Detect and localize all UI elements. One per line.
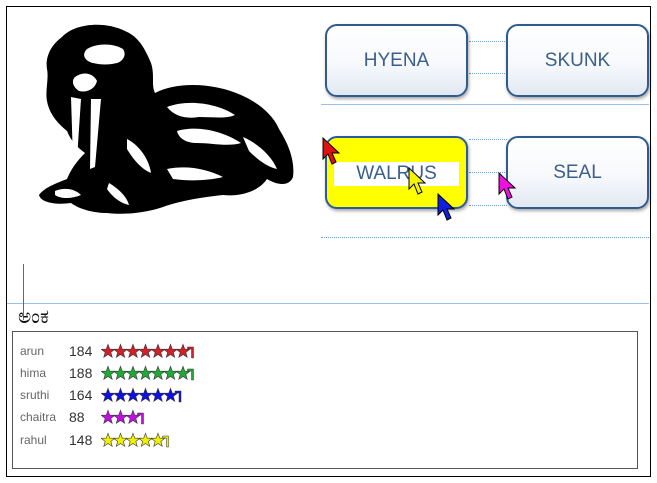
rating-tail-icon: [174, 390, 182, 403]
cursor-icon: [498, 172, 517, 200]
guide-line: [321, 237, 649, 238]
star-icon: [150, 365, 166, 381]
cursor-icon: [408, 167, 427, 195]
guide-line: [469, 205, 507, 206]
star-icon: [101, 343, 116, 359]
star-icon: [112, 409, 129, 425]
star-icon: [137, 343, 154, 359]
star-icon: [125, 343, 141, 359]
star-rating: [101, 432, 169, 448]
rating-tail-icon: [137, 412, 144, 425]
star-rating: [101, 387, 182, 403]
option-label: SKUNK: [544, 49, 611, 71]
option-skunk-button[interactable]: SKUNK: [506, 24, 649, 97]
star-rating: [101, 343, 194, 359]
player-score: 164: [69, 387, 93, 403]
player-name: arun: [20, 344, 45, 358]
star-icon: [137, 432, 154, 448]
guide-line: [7, 303, 649, 304]
star-icon: [112, 365, 129, 381]
star-icon: [125, 365, 141, 381]
star-icon: [112, 387, 129, 403]
star-icon: [137, 365, 154, 381]
star-icon: [162, 387, 179, 403]
star-icon: [137, 387, 154, 403]
player-name: chaitra: [20, 410, 57, 424]
player-score: 188: [69, 365, 93, 381]
score-title: ಅಂಕ: [18, 306, 50, 328]
player-score: 148: [69, 432, 93, 448]
star-icon: [150, 387, 166, 403]
cursor-icon: [437, 193, 456, 221]
option-label: HYENA: [363, 49, 430, 71]
scoreboard: arun 184 hima 188 sruthi 164 chaitra 88 …: [12, 331, 638, 469]
star-icon: [101, 365, 116, 381]
star-icon: [150, 432, 166, 448]
player-name: sruthi: [20, 388, 50, 402]
star-icon: [175, 343, 191, 359]
star-rating: [101, 365, 194, 381]
player-score: 88: [69, 409, 85, 425]
star-icon: [101, 387, 116, 403]
option-label: SEAL: [553, 161, 602, 183]
rating-tail-icon: [187, 368, 194, 381]
star-icon: [175, 365, 191, 381]
guide-line: [469, 73, 507, 74]
player-name: rahul: [20, 433, 47, 447]
star-icon: [112, 343, 129, 359]
guide-line: [469, 41, 507, 42]
option-hyena-button[interactable]: HYENA: [325, 24, 468, 97]
star-icon: [125, 409, 141, 425]
star-icon: [101, 432, 116, 448]
star-icon: [162, 365, 179, 381]
option-seal-button[interactable]: SEAL: [506, 136, 649, 209]
star-icon: [125, 387, 141, 403]
option-label: WALRUS: [334, 162, 459, 186]
rating-tail-icon: [162, 435, 169, 448]
cursor-icon: [322, 137, 341, 165]
star-icon: [112, 432, 129, 448]
rating-tail-icon: [187, 346, 194, 359]
star-icon: [150, 343, 166, 359]
player-name: hima: [20, 366, 47, 380]
guide-line: [469, 139, 507, 140]
guide-line: [321, 104, 649, 105]
star-icon: [125, 432, 141, 448]
star-icon: [101, 409, 116, 425]
star-rating: [101, 409, 144, 425]
walrus-picture: [39, 24, 294, 214]
player-score: 184: [69, 343, 93, 359]
star-icon: [162, 343, 179, 359]
